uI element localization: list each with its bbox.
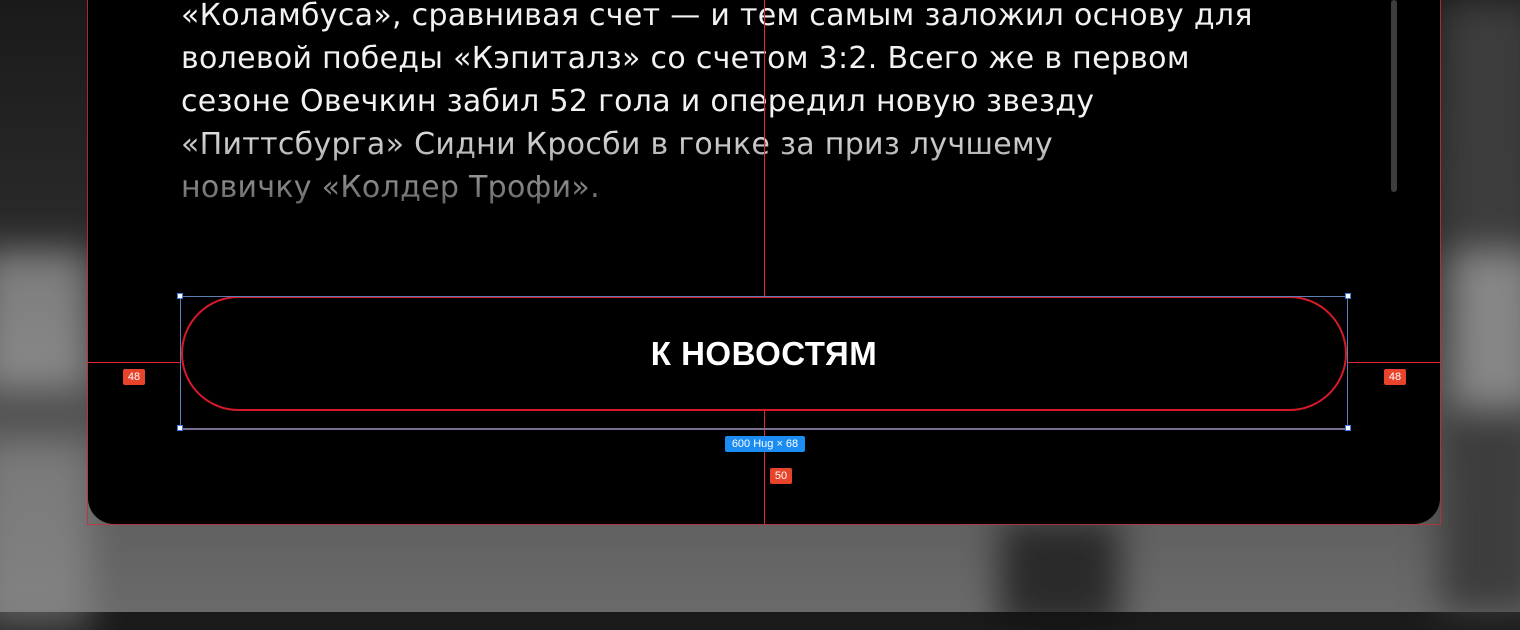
spacing-guide-left	[88, 362, 180, 363]
background-blur	[1450, 250, 1520, 410]
size-badge: 600 Hug × 68	[725, 436, 805, 452]
padding-left-badge: 48	[123, 369, 145, 385]
article-line: сезоне Овечкин забил 52 гола и опередил …	[181, 84, 1095, 119]
gap-badge: 50	[770, 468, 792, 484]
resize-handle-bottom-left[interactable]	[177, 425, 183, 431]
resize-handle-top-left[interactable]	[177, 293, 183, 299]
article-text: «Коламбуса», сравнивая счет — и тем самы…	[181, 0, 1331, 209]
frame-outline-right	[1440, 0, 1441, 525]
article-line: новичку «Колдер Трофи».	[181, 170, 600, 205]
scrollbar-thumb[interactable]	[1391, 0, 1397, 192]
background-blur	[0, 440, 90, 630]
background-blur	[0, 250, 90, 390]
resize-handle-bottom-right[interactable]	[1345, 425, 1351, 431]
selection-box[interactable]	[180, 296, 1348, 429]
article-line: волевой победы «Кэпиталз» со счетом 3:2.…	[181, 41, 1190, 76]
resize-handle-top-right[interactable]	[1345, 293, 1351, 299]
spacing-guide-right	[1348, 362, 1440, 363]
frame-outline-left	[87, 0, 88, 525]
background-blur	[1000, 520, 1120, 630]
selection-bottom-edge	[180, 428, 1348, 430]
article-line: «Коламбуса», сравнивая счет — и тем самы…	[181, 0, 1253, 33]
frame-outline-bottom	[87, 524, 1441, 525]
padding-right-badge: 48	[1384, 369, 1406, 385]
article-line: «Питтсбурга» Сидни Кросби в гонке за при…	[181, 127, 1053, 162]
